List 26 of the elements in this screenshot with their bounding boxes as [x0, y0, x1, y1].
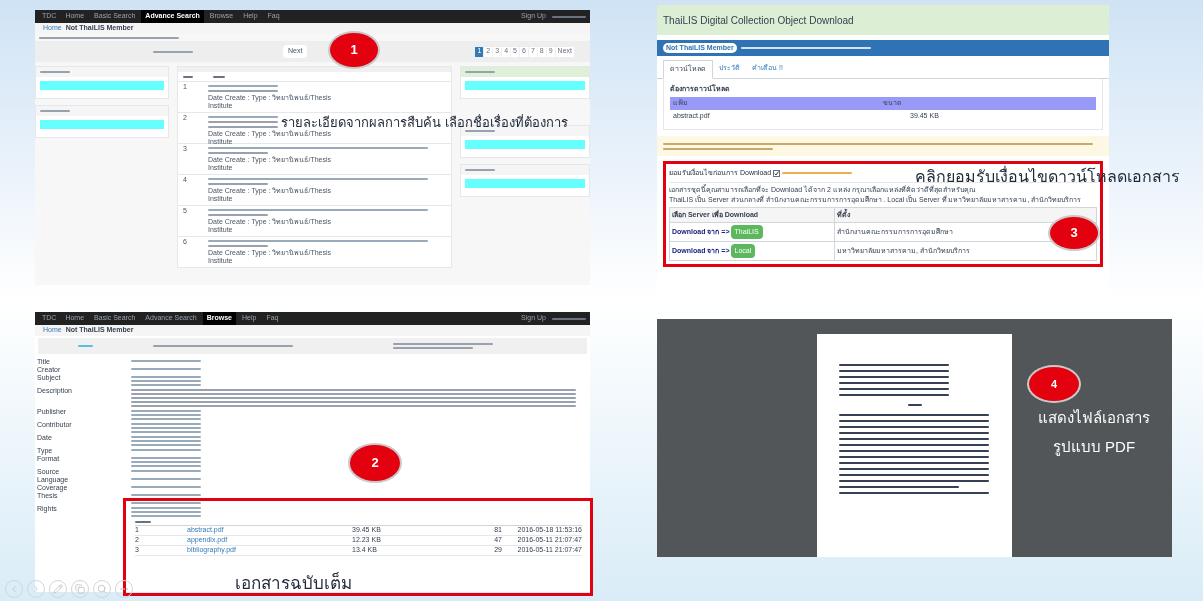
callout-caption: แสดงไฟล์เอกสาร — [1038, 408, 1150, 428]
facet-bar[interactable] — [40, 120, 164, 129]
accept-checkbox[interactable] — [773, 169, 781, 177]
facet-bar[interactable] — [40, 81, 164, 90]
illegible-text-drawing — [213, 75, 225, 78]
facet-bar[interactable] — [465, 81, 585, 90]
page-title: ThaiLIS Digital Collection Object Download — [663, 13, 854, 28]
number-badge: 4 — [1029, 367, 1079, 401]
next-icon — [31, 584, 41, 594]
callout-caption: รายละเอียดจากผลการสืบค้น เลือกชื่อเรื่องที่ต้องการ — [281, 115, 568, 130]
illegible-text-drawing — [153, 50, 193, 53]
illegible-text-drawing — [552, 15, 586, 18]
search-icon — [97, 584, 107, 594]
callout-caption: เอกสารฉบับเต็ม — [235, 574, 352, 594]
number-badge: 1 — [330, 33, 378, 67]
copy-icon — [75, 584, 85, 594]
facet-bar[interactable] — [465, 140, 585, 149]
pencil-icon — [53, 584, 63, 594]
illegible-text-drawing — [183, 75, 193, 78]
callout-caption: รูปแบบ PDF — [1052, 436, 1136, 458]
number-badge: 2 — [350, 445, 400, 481]
number-badge: 3 — [1050, 217, 1098, 249]
previous-icon — [9, 584, 19, 594]
facet-bar[interactable] — [465, 179, 585, 188]
check-icon — [774, 170, 780, 176]
illegible-text-drawing — [552, 317, 586, 320]
